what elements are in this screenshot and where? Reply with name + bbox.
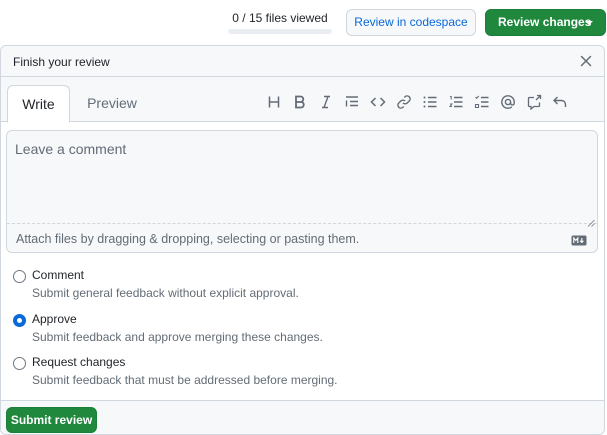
mention-icon[interactable]	[496, 90, 520, 114]
cross-reference-icon[interactable]	[522, 90, 546, 114]
radio-comment[interactable]	[13, 270, 26, 283]
resize-grip-icon[interactable]	[587, 214, 595, 227]
radio-approve[interactable]	[13, 314, 26, 327]
bold-icon[interactable]	[288, 90, 312, 114]
panel-footer: Submit review	[1, 400, 604, 434]
panel-header: Finish your review	[1, 46, 604, 77]
file-attachment-area[interactable]: Attach files by dragging & dropping, sel…	[7, 225, 597, 252]
code-icon[interactable]	[366, 90, 390, 114]
italic-icon[interactable]	[314, 90, 338, 114]
panel-title: Finish your review	[13, 55, 110, 69]
option-approve[interactable]: Approve Submit feedback and approve merg…	[13, 312, 573, 352]
option-description: Submit feedback that must be addressed b…	[32, 373, 338, 387]
option-label: Approve	[32, 312, 77, 326]
option-label: Comment	[32, 268, 85, 282]
caret-down-icon	[585, 21, 593, 25]
files-viewed-count: 0 / 15 files viewed	[232, 11, 328, 25]
attach-files-hint: Attach files by dragging & dropping, sel…	[16, 232, 360, 246]
quote-icon[interactable]	[340, 90, 364, 114]
link-icon[interactable]	[392, 90, 416, 114]
finish-review-panel: Finish your review Write Preview Leave a…	[0, 45, 605, 435]
files-viewed-progress-bar	[228, 29, 332, 34]
tab-write[interactable]: Write	[7, 85, 70, 123]
unordered-list-icon[interactable]	[418, 90, 442, 114]
review-changes-button[interactable]: Review changes	[485, 9, 606, 36]
review-in-codespace-button[interactable]: Review in codespace	[346, 9, 476, 36]
review-changes-label: Review changes	[498, 15, 592, 29]
tab-preview[interactable]: Preview	[81, 85, 143, 123]
option-description: Submit general feedback without explicit…	[32, 286, 299, 300]
review-topbar: 0 / 15 files viewed Review in codespace …	[0, 0, 607, 44]
ordered-list-icon[interactable]	[444, 90, 468, 114]
option-description: Submit feedback and approve merging thes…	[32, 330, 323, 344]
submit-review-button[interactable]: Submit review	[6, 407, 97, 433]
comment-textarea[interactable]	[7, 131, 597, 224]
editor-tabs: Write Preview	[1, 77, 604, 123]
option-comment[interactable]: Comment Submit general feedback without …	[13, 268, 573, 308]
radio-request-changes[interactable]	[13, 357, 26, 370]
comment-box: Attach files by dragging & dropping, sel…	[6, 130, 598, 253]
close-icon[interactable]	[576, 51, 596, 71]
option-request-changes[interactable]: Request changes Submit feedback that mus…	[13, 355, 573, 395]
task-list-icon[interactable]	[470, 90, 494, 114]
undo-icon[interactable]	[548, 90, 572, 114]
option-label: Request changes	[32, 355, 126, 369]
heading-icon[interactable]	[262, 90, 286, 114]
markdown-toolbar	[262, 90, 592, 114]
files-viewed-indicator: 0 / 15 files viewed	[228, 8, 332, 34]
markdown-icon	[571, 233, 587, 246]
